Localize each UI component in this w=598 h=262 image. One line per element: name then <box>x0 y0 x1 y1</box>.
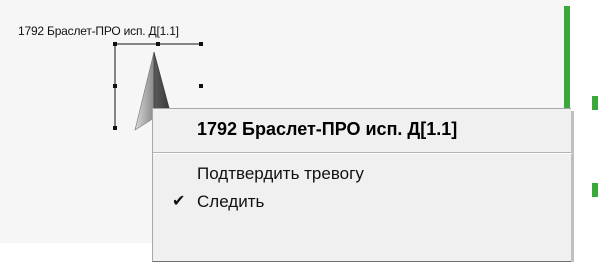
menu-header: 1792 Браслет-ПРО исп. Д[1.1] <box>197 119 458 139</box>
checkmark-icon: ✔ <box>172 191 186 210</box>
route-tick <box>592 183 598 197</box>
device-map-label[interactable]: 1792 Браслет-ПРО исп. Д[1.1] <box>18 24 179 38</box>
confirm-alarm-menu-item[interactable]: Подтвердить тревогу <box>153 161 572 187</box>
route-tick <box>592 96 598 110</box>
context-menu: 1792 Браслет-ПРО исп. Д[1.1] Подтвердить… <box>152 108 572 262</box>
menu-item-label: Подтвердить тревогу <box>197 164 364 183</box>
menu-separator <box>153 152 572 154</box>
follow-menu-item[interactable]: ✔ Следить <box>153 189 572 215</box>
map-edge-area <box>570 0 598 243</box>
menu-item-label: Следить <box>197 192 265 211</box>
